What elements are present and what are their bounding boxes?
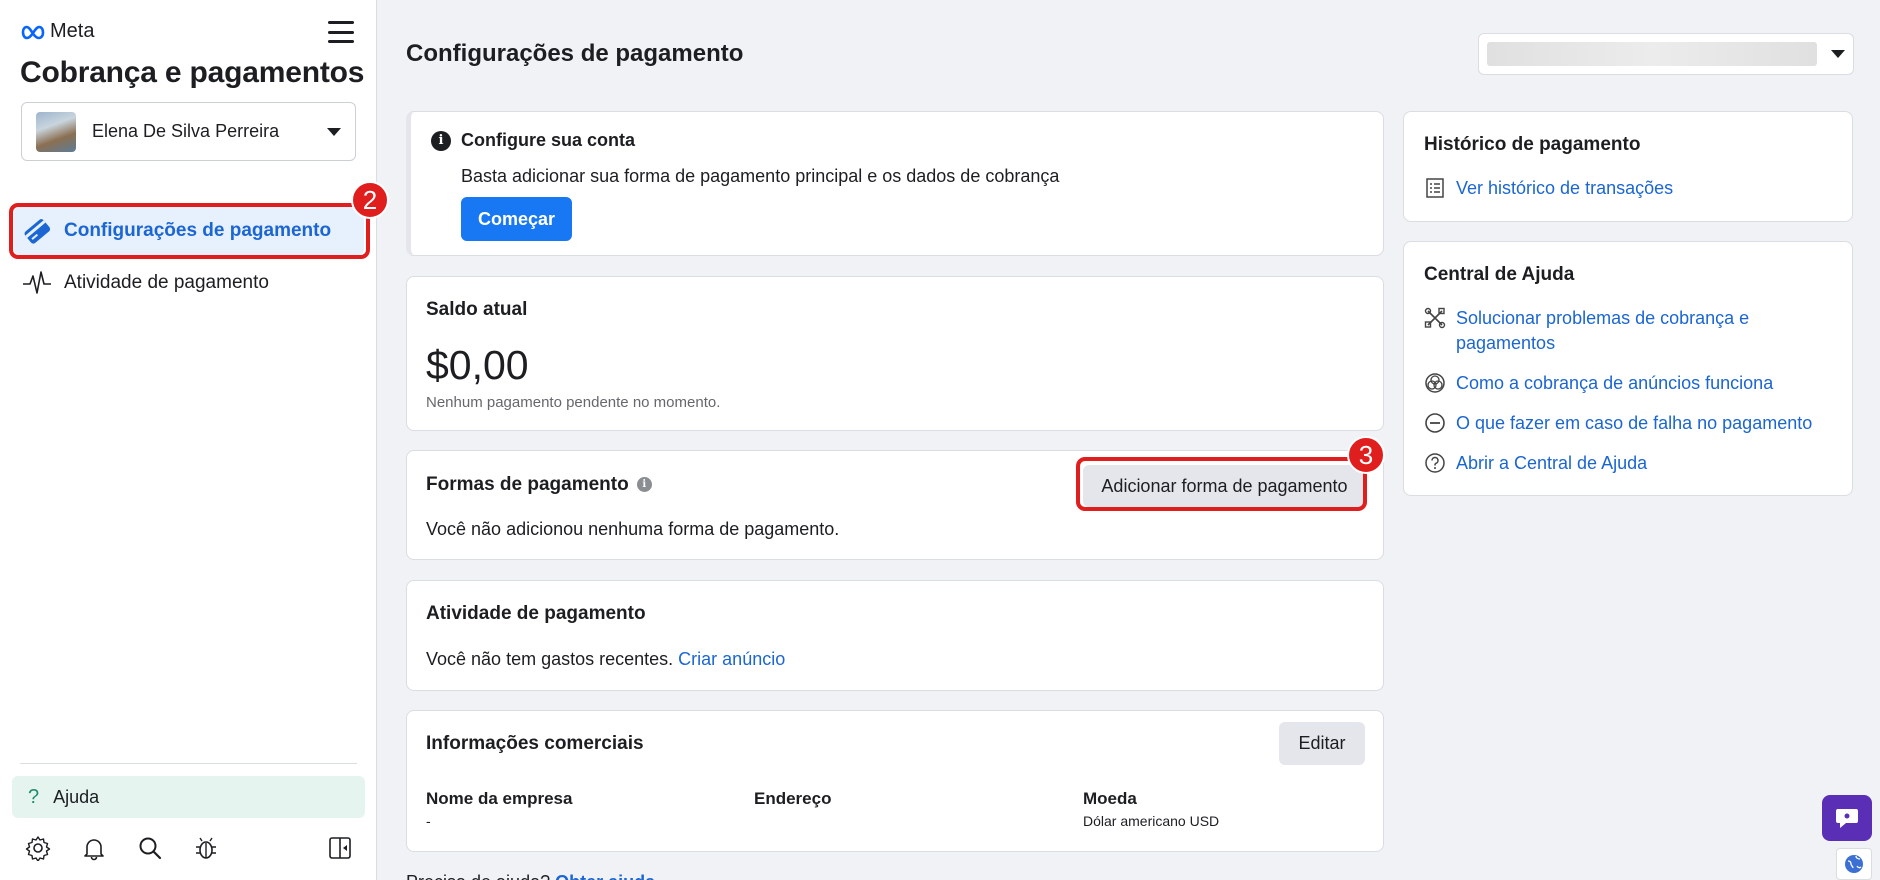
activity-pulse-icon (22, 268, 52, 298)
sidebar-toolbar (22, 832, 352, 864)
payment-methods-title-text: Formas de pagamento (426, 474, 629, 495)
bug-icon[interactable] (190, 832, 222, 864)
annotation-badge-3: 3 (1347, 436, 1385, 474)
business-name-label: Nome da empresa (426, 789, 573, 808)
sidebar-item-label: Atividade de pagamento (64, 272, 269, 293)
info-icon: i (431, 130, 451, 151)
app-title: Cobrança e pagamentos (20, 56, 365, 89)
help-link-label: Como a cobrança de anúncios funciona (1456, 373, 1774, 393)
setup-title-text: Configure sua conta (461, 130, 636, 150)
account-selector[interactable]: Elena De Silva Perreira (21, 102, 356, 161)
question-icon: ? (28, 785, 40, 808)
get-help-link[interactable]: Obter ajuda (555, 872, 655, 880)
search-icon[interactable] (134, 832, 166, 864)
payment-methods-empty: Você não adicionou nenhuma forma de paga… (426, 519, 840, 539)
balance-card: Saldo atual $0,00 Nenhum pagamento pende… (406, 276, 1384, 431)
balance-amount: $0,00 (426, 342, 529, 388)
language-button[interactable] (1836, 848, 1872, 880)
payment-methods-title: Formas de pagamento i (426, 474, 652, 496)
help-link-how-billing-works[interactable]: Como a cobrança de anúncios funciona (1424, 371, 1773, 396)
help-link-troubleshoot[interactable]: Solucionar problemas de cobrança e pagam… (1424, 306, 1804, 356)
help-link-label: Solucionar problemas de cobrança e pagam… (1456, 308, 1750, 353)
help-link-payment-failure[interactable]: O que fazer em caso de falha no pagament… (1424, 411, 1812, 436)
divider (20, 763, 357, 764)
help-footer: Precisa de ajuda? Obter ajuda (406, 872, 655, 880)
help-label: Ajuda (53, 786, 100, 807)
menu-icon[interactable] (326, 18, 356, 46)
setup-description: Basta adicionar sua forma de pagamento p… (461, 166, 1060, 186)
receipt-icon (1424, 176, 1446, 200)
business-selector[interactable] (1478, 33, 1854, 75)
start-button[interactable]: Começar (461, 197, 572, 241)
credit-card-icon (22, 216, 52, 246)
currency-label: Moeda (1083, 789, 1137, 808)
history-title: Histórico de pagamento (1424, 134, 1641, 155)
edit-button[interactable]: Editar (1279, 722, 1365, 765)
help-footer-text: Precisa de ajuda? (406, 872, 550, 880)
wrench-icon (1424, 306, 1446, 330)
business-title: Informações comerciais (426, 733, 644, 754)
info-icon[interactable]: i (636, 477, 652, 493)
help-link-label: Abrir a Central de Ajuda (1456, 453, 1648, 473)
annotation-badge-2: 2 (351, 181, 389, 219)
account-name: Elena De Silva Perreira (92, 121, 280, 141)
help-link-open-help-center[interactable]: Abrir a Central de Ajuda (1424, 451, 1647, 476)
chat-bubble-icon (1836, 809, 1858, 828)
meta-logo[interactable]: Meta (20, 20, 94, 43)
circles-icon (1424, 371, 1446, 395)
redacted-value (1487, 42, 1817, 66)
sidebar-help-button[interactable]: ? Ajuda (12, 776, 365, 818)
meta-infinity-icon (21, 25, 45, 39)
brand-name: Meta (50, 20, 95, 42)
question-circle-icon (1424, 451, 1446, 475)
sidebar-item-payment-settings[interactable]: Configurações de pagamento (14, 207, 364, 255)
currency-value: Dólar americano USD (1083, 813, 1220, 829)
business-info-card: Informações comerciais Editar Nome da em… (406, 710, 1384, 852)
sidebar: Meta Cobrança e pagamentos Elena De Silv… (0, 0, 389, 880)
chat-support-button[interactable] (1822, 795, 1872, 841)
activity-title: Atividade de pagamento (426, 603, 646, 624)
add-payment-method-button[interactable]: Adicionar forma de pagamento (1083, 465, 1366, 507)
chevron-down-icon (327, 127, 341, 136)
activity-text: Você não tem gastos recentes. Criar anún… (426, 649, 785, 670)
minus-circle-icon (1424, 411, 1446, 435)
chevron-down-icon (1831, 50, 1845, 58)
page-title: Configurações de pagamento (406, 40, 744, 67)
help-center-card: Central de Ajuda Solucionar problemas de… (1403, 241, 1853, 496)
transaction-history-link[interactable]: Ver histórico de transações (1424, 176, 1673, 201)
gear-icon[interactable] (22, 832, 54, 864)
balance-title: Saldo atual (426, 299, 528, 320)
help-center-title: Central de Ajuda (1424, 264, 1575, 285)
globe-icon (1845, 855, 1863, 873)
transaction-history-link-label: Ver histórico de transações (1456, 178, 1674, 198)
help-link-label: O que fazer em caso de falha no pagament… (1456, 413, 1813, 433)
payment-history-card: Histórico de pagamento Ver histórico de … (1403, 111, 1853, 222)
address-label: Endereço (754, 789, 832, 808)
setup-title: i Configure sua conta (431, 130, 635, 151)
setup-card: i Configure sua conta Basta adicionar su… (406, 111, 1384, 256)
avatar (36, 111, 76, 152)
sidebar-item-payment-activity[interactable]: Atividade de pagamento (14, 259, 364, 307)
panel-toggle-icon[interactable] (324, 832, 356, 864)
create-ad-link[interactable]: Criar anúncio (678, 649, 785, 669)
activity-text-value: Você não tem gastos recentes. (426, 649, 674, 669)
bell-icon[interactable] (78, 832, 110, 864)
sidebar-item-label: Configurações de pagamento (64, 220, 332, 241)
payment-methods-card: Formas de pagamento i Adicionar forma de … (406, 450, 1384, 560)
balance-subtitle: Nenhum pagamento pendente no momento. (426, 394, 721, 411)
business-name-value: - (426, 813, 431, 829)
activity-card: Atividade de pagamento Você não tem gast… (406, 580, 1384, 691)
